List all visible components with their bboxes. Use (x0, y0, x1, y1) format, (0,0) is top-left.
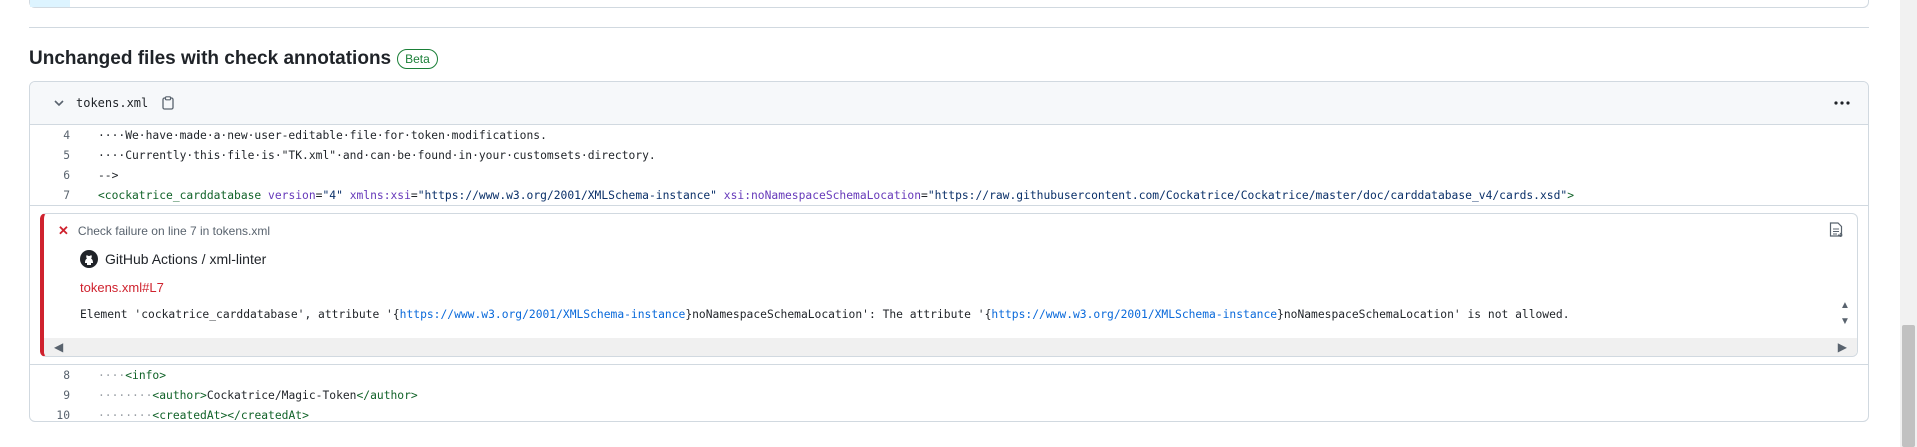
xml-tag: <cockatrice_carddatabase (98, 188, 262, 202)
xml-string: "https://www.w3.org/2001/XMLSchema-insta… (417, 188, 717, 202)
annotation-header: ✕ Check failure on line 7 in tokens.xml (58, 224, 270, 238)
xml-tag: > (200, 388, 207, 402)
code-line: 8 ····<info> (30, 365, 1868, 385)
kebab-horizontal-icon[interactable] (1832, 95, 1852, 111)
path-separator: / (201, 251, 206, 267)
section-title: Unchanged files with check annotations (29, 48, 392, 69)
line-number[interactable]: 4 (30, 129, 98, 142)
beta-badge: Beta (397, 49, 438, 69)
xml-string: "https://raw.githubusercontent.com/Cocka… (927, 188, 1568, 202)
x-icon: ✕ (58, 223, 69, 238)
scroll-down-icon[interactable]: ▼ (1839, 314, 1851, 330)
annotation-location-link[interactable]: tokens.xml#L7 (80, 280, 164, 295)
code-text: <cockatrice_carddatabase version="4" xml… (98, 188, 1574, 202)
xml-tag: <info (125, 368, 160, 382)
code-text: --> (98, 168, 119, 182)
file-card: tokens.xml 4 ····We·have·made·a·new·user… (29, 81, 1869, 422)
line-number[interactable]: 8 (30, 369, 98, 382)
annotation-divider-top (30, 205, 1868, 206)
xml-tag: </createdAt> (227, 408, 309, 422)
xml-tag: </author> (356, 388, 418, 402)
vertical-scrollbar[interactable]: ▲ ▼ (1839, 298, 1851, 332)
line-number[interactable]: 9 (30, 389, 98, 402)
xml-tag: > (159, 368, 167, 382)
indent: ········ (98, 388, 153, 402)
xml-attribute: xmlns:xsi (349, 188, 411, 202)
line-number[interactable]: 5 (30, 149, 98, 162)
line-number[interactable]: 10 (30, 409, 98, 422)
file-log-icon[interactable] (1829, 222, 1845, 238)
code-line: 6 --> (30, 165, 1868, 185)
message-link[interactable]: https://www.w3.org/2001/XMLSchema-instan… (400, 308, 686, 321)
scroll-left-icon[interactable]: ◀ (54, 340, 63, 354)
window-scrollbar[interactable] (1900, 0, 1917, 447)
xml-attribute: version (268, 188, 316, 202)
xml-tag: <author (152, 388, 201, 402)
xml-text: Cockatrice/Magic-Token (206, 388, 357, 402)
code-line: 9 ········<author>Cockatrice/Magic-Token… (30, 385, 1868, 405)
previous-file-card-bottom (29, 0, 1869, 8)
scroll-up-icon[interactable]: ▲ (1839, 298, 1851, 314)
code-text: ····Currently·this·file·is·"TK.xml"·and·… (98, 148, 656, 162)
message-text: }noNamespaceSchemaLocation' is not allow… (1277, 308, 1570, 321)
code-line: 10 ········<createdAt></createdAt> (30, 405, 1868, 422)
workflow-name[interactable]: xml-linter (210, 251, 267, 267)
file-header: tokens.xml (30, 82, 1868, 125)
xml-attribute: xsi:noNamespaceSchemaLocation (723, 188, 922, 202)
section-divider (29, 27, 1869, 28)
indent: ········ (98, 408, 153, 422)
code-text: ········<author>Cockatrice/Magic-Token</… (98, 389, 418, 402)
message-text: }noNamespaceSchemaLocation': The attribu… (685, 308, 992, 321)
scroll-right-icon[interactable]: ▶ (1838, 340, 1847, 354)
github-logo-icon (80, 250, 98, 268)
line-number-gutter-highlight (30, 0, 70, 7)
copy-icon[interactable] (160, 95, 176, 111)
annotation-source: GitHub Actions / xml-linter (80, 250, 266, 268)
chevron-down-icon[interactable] (52, 96, 66, 110)
annotation-title: Check failure on line 7 in tokens.xml (77, 224, 270, 238)
code-text: ········<createdAt></createdAt> (98, 409, 309, 422)
code-line: 7 <cockatrice_carddatabase version="4" x… (30, 185, 1868, 205)
check-annotation: ✕ Check failure on line 7 in tokens.xml … (40, 213, 1858, 357)
code-text: ····<info> (98, 369, 166, 382)
code-line: 4 ····We·have·made·a·new·user-editable·f… (30, 125, 1868, 145)
file-name[interactable]: tokens.xml (76, 96, 148, 110)
message-link[interactable]: https://www.w3.org/2001/XMLSchema-instan… (991, 308, 1277, 321)
line-number[interactable]: 7 (30, 189, 98, 202)
horizontal-scrollbar[interactable]: ◀ ▶ (44, 338, 1857, 356)
check-app-name[interactable]: GitHub Actions (105, 251, 198, 267)
window-scrollbar-thumb[interactable] (1902, 325, 1915, 447)
line-number[interactable]: 6 (30, 169, 98, 182)
section-heading: Unchanged files with check annotations B… (29, 48, 438, 70)
message-text: Element 'cockatrice_carddatabase', attri… (80, 308, 400, 321)
annotation-message: Element 'cockatrice_carddatabase', attri… (80, 308, 1570, 321)
xml-string: "4" (322, 188, 343, 202)
xml-tag: <createdAt (152, 408, 221, 422)
indent: ···· (98, 368, 126, 382)
xml-tag: > (1567, 188, 1574, 202)
code-text: ····We·have·made·a·new·user-editable·fil… (98, 128, 547, 142)
code-line: 5 ····Currently·this·file·is·"TK.xml"·an… (30, 145, 1868, 165)
